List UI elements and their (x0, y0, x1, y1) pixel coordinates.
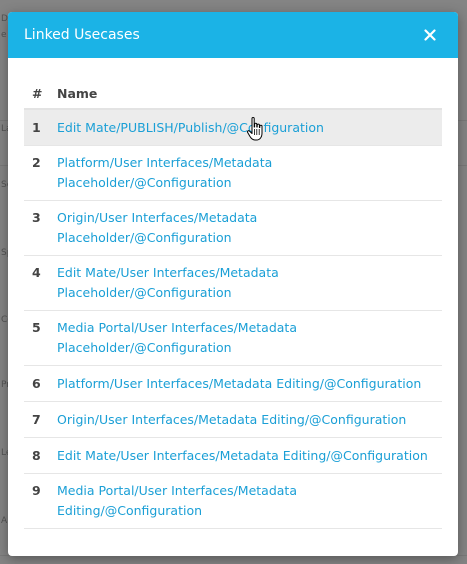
usecase-link[interactable]: Platform/User Interfaces/Metadata Placeho… (57, 155, 272, 190)
usecase-cell: Origin/User Interfaces/Metadata Editing/… (57, 410, 442, 430)
close-icon (424, 29, 436, 41)
dialog-header: Linked Usecases (8, 12, 458, 58)
usecase-cell: Media Portal/User Interfaces/Metadata Pla… (57, 318, 442, 358)
usecases-table: # Name 1 Edit Mate/PUBLISH/Publish/@Confi… (24, 78, 442, 529)
usecase-cell: Platform/User Interfaces/Metadata Placeho… (57, 153, 442, 193)
dialog-title: Linked Usecases (24, 27, 140, 43)
usecase-cell: Edit Mate/User Interfaces/Metadata Placeh… (57, 263, 442, 303)
usecase-link[interactable]: Media Portal/User Interfaces/Metadata Edi… (57, 483, 297, 518)
usecase-cell: Edit Mate/PUBLISH/Publish/@Configuration (57, 118, 442, 138)
usecase-link-text: Editing/@Configuration (57, 503, 203, 518)
table-row: 7 Origin/User Interfaces/Metadata Editing… (24, 402, 442, 438)
usecase-link-text: Origin/User Interfaces/Metadata Editing/… (57, 412, 407, 427)
row-number: 6 (32, 376, 41, 391)
usecase-link-text: Edit Mate/User Interfaces/Metadata Editi… (57, 448, 428, 463)
row-number: 2 (32, 155, 41, 170)
table-row: 2 Platform/User Interfaces/Metadata Placeh… (24, 146, 442, 201)
usecase-link[interactable]: Platform/User Interfaces/Metadata Editin… (57, 376, 421, 391)
table-header: # Name (24, 78, 442, 110)
table-row: 3 Origin/User Interfaces/Metadata Placehol… (24, 201, 442, 256)
table-row: 5 Media Portal/User Interfaces/Metadata Pl… (24, 311, 442, 366)
table-row: 1 Edit Mate/PUBLISH/Publish/@Configuratio… (24, 110, 442, 146)
row-number: 7 (32, 412, 41, 427)
table-body: 1 Edit Mate/PUBLISH/Publish/@Configuratio… (24, 110, 442, 529)
close-button[interactable] (422, 26, 440, 44)
usecase-link-text: Platform/User Interfaces/Metadata (57, 155, 273, 170)
column-header-name: Name (57, 85, 98, 101)
usecase-link-text: Media Portal/User Interfaces/Metadata (57, 320, 297, 335)
usecase-link-text: Edit Mate/PUBLISH/Publish/@Configuration (57, 120, 324, 135)
row-number: 8 (32, 448, 41, 463)
usecase-link[interactable]: Origin/User Interfaces/Metadata Placehold… (57, 210, 257, 245)
usecase-link-text: Origin/User Interfaces/Metadata (57, 210, 258, 225)
row-number: 5 (32, 320, 41, 335)
table-row: 8 Edit Mate/User Interfaces/Metadata Edit… (24, 438, 442, 474)
row-number: 3 (32, 210, 41, 225)
usecase-link[interactable]: Edit Mate/User Interfaces/Metadata Editi… (57, 448, 428, 463)
row-number: 4 (32, 265, 41, 280)
table-row: 9 Media Portal/User Interfaces/Metadata Ed… (24, 474, 442, 529)
usecase-link[interactable]: Origin/User Interfaces/Metadata Editing/… (57, 412, 406, 427)
usecase-link[interactable]: Media Portal/User Interfaces/Metadata Pla… (57, 320, 297, 355)
usecase-cell: Edit Mate/User Interfaces/Metadata Editi… (57, 446, 442, 466)
usecase-link-text: Platform/User Interfaces/Metadata Editin… (57, 376, 422, 391)
usecase-link-text: Media Portal/User Interfaces/Metadata (57, 483, 297, 498)
usecase-link-text: Placeholder/@Configuration (57, 175, 232, 190)
table-row: 6 Platform/User Interfaces/Metadata Editi… (24, 366, 442, 402)
linked-usecases-dialog: Linked Usecases # Name 1 Edit Mate/PUBLIS… (8, 12, 458, 556)
dialog-body: # Name 1 Edit Mate/PUBLISH/Publish/@Confi… (8, 58, 458, 529)
usecase-link-text: Placeholder/@Configuration (57, 230, 232, 245)
usecase-link[interactable]: Edit Mate/PUBLISH/Publish/@Configuration (57, 120, 324, 135)
usecase-cell: Platform/User Interfaces/Metadata Editin… (57, 374, 442, 394)
usecase-cell: Origin/User Interfaces/Metadata Placehold… (57, 208, 442, 248)
usecase-link-text: Placeholder/@Configuration (57, 285, 232, 300)
usecase-link[interactable]: Edit Mate/User Interfaces/Metadata Placeh… (57, 265, 279, 300)
usecase-link-text: Placeholder/@Configuration (57, 340, 232, 355)
usecase-cell: Media Portal/User Interfaces/Metadata Edi… (57, 481, 442, 521)
row-number: 9 (32, 483, 41, 498)
table-row: 4 Edit Mate/User Interfaces/Metadata Place… (24, 256, 442, 311)
row-number: 1 (32, 120, 41, 135)
column-header-number: # (32, 85, 43, 101)
usecase-link-text: Edit Mate/User Interfaces/Metadata (57, 265, 279, 280)
